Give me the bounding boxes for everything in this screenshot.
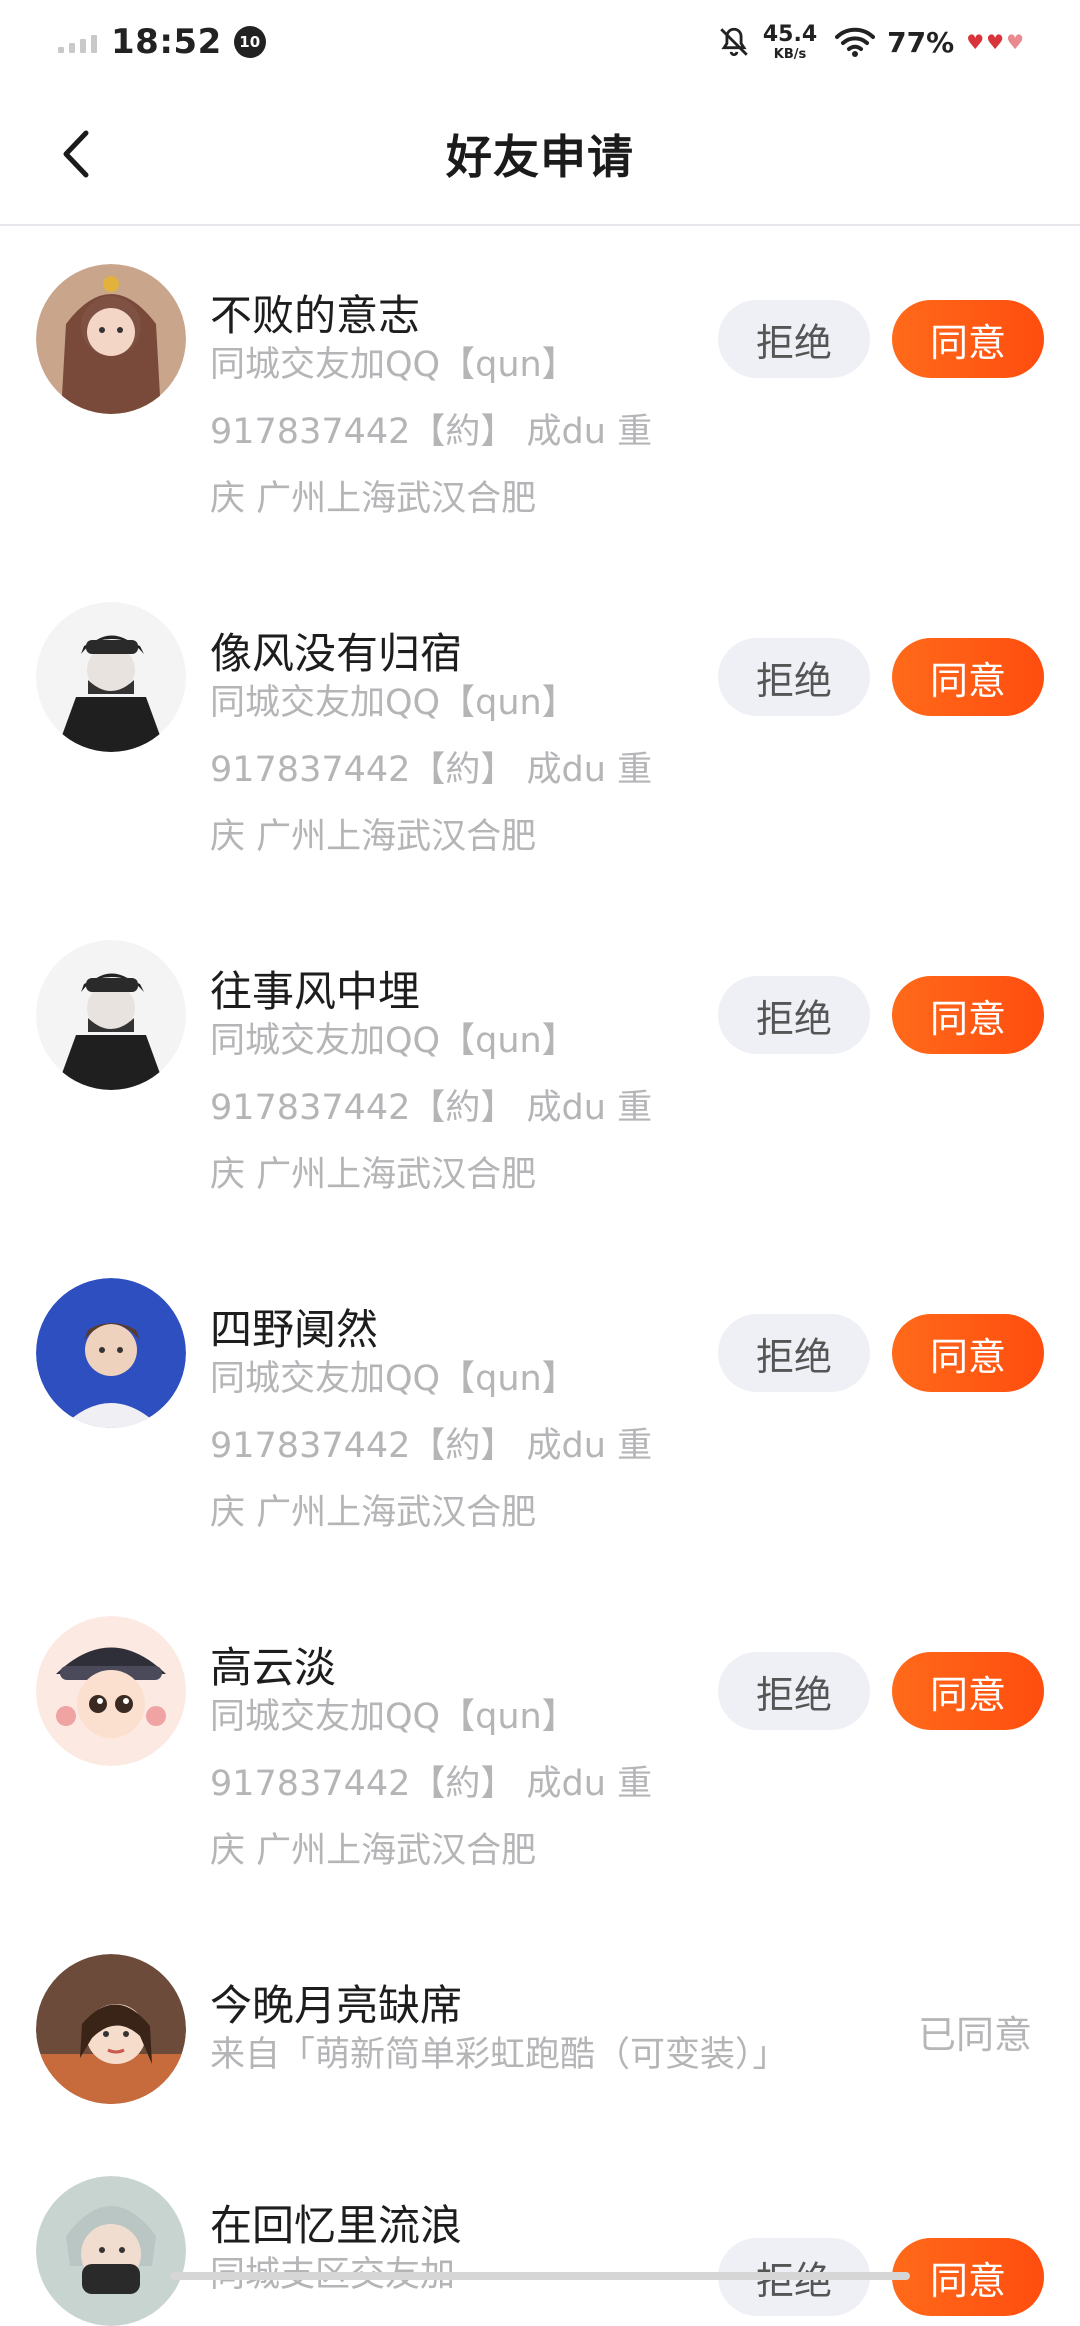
request-message: 同城交友加QQ【qun】 917837442【約】 成du 重 庆 广州上海武汉…	[210, 1346, 680, 1547]
avatar[interactable]	[36, 264, 186, 414]
request-message: 同城交友加QQ【qun】 917837442【約】 成du 重 庆 广州上海武汉…	[210, 332, 680, 533]
notification-badge: 10	[234, 26, 266, 58]
reject-button[interactable]: 拒绝	[718, 638, 870, 716]
wifi-icon	[835, 26, 875, 58]
reject-button[interactable]: 拒绝	[718, 1314, 870, 1392]
battery-percent: 77%	[887, 26, 954, 59]
network-speed: 45.4 KB/s	[763, 24, 817, 61]
avatar[interactable]	[36, 1616, 186, 1766]
page-title: 好友申请	[446, 121, 634, 187]
accept-button[interactable]: 同意	[892, 2238, 1044, 2316]
avatar[interactable]	[36, 1954, 186, 2104]
avatar[interactable]	[36, 940, 186, 1090]
accepted-status: 已同意	[918, 2004, 1032, 2059]
avatar[interactable]	[36, 1278, 186, 1428]
accept-button[interactable]: 同意	[892, 1652, 1044, 1730]
request-source: 来自「萌新简单彩虹跑酷（可变装）」	[210, 2022, 950, 2089]
header: 好友申请	[0, 84, 1080, 226]
request-message: 同城交友加QQ【qun】 917837442【約】 成du 重 庆 广州上海武汉…	[210, 670, 680, 871]
accept-button[interactable]: 同意	[892, 976, 1044, 1054]
avatar[interactable]	[36, 602, 186, 752]
status-time: 18:52	[111, 22, 222, 62]
accept-button[interactable]: 同意	[892, 1314, 1044, 1392]
request-message: 同城交友加QQ【qun】 917837442【約】 成du 重 庆 广州上海武汉…	[210, 1008, 680, 1209]
hearts-battery-icon: ♥♥♥	[966, 30, 1024, 54]
reject-button[interactable]: 拒绝	[718, 300, 870, 378]
request-message: 同城交友加QQ【qun】 917837442【約】 成du 重 庆 广州上海武汉…	[210, 1684, 680, 1885]
back-button[interactable]	[46, 124, 106, 184]
signal-icon	[58, 31, 97, 53]
reject-button[interactable]: 拒绝	[718, 1652, 870, 1730]
reject-button[interactable]: 拒绝	[718, 976, 870, 1054]
home-indicator[interactable]	[170, 2272, 910, 2280]
status-bar: 18:52 10 45.4 KB/s 77% ♥♥♥	[0, 0, 1080, 84]
accept-button[interactable]: 同意	[892, 638, 1044, 716]
accept-button[interactable]: 同意	[892, 300, 1044, 378]
chevron-left-icon	[56, 129, 96, 179]
mute-bell-icon	[717, 25, 751, 59]
avatar[interactable]	[36, 2176, 186, 2326]
